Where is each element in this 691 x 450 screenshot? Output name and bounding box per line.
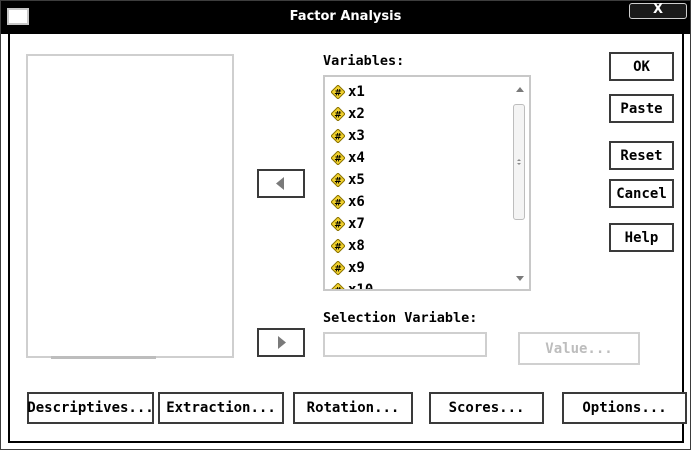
arrow-left-icon: [276, 177, 284, 190]
svg-text:#: #: [334, 89, 342, 99]
variable-item[interactable]: # x3: [331, 125, 365, 147]
numeric-variable-icon: #: [331, 261, 345, 275]
descriptives-button[interactable]: Descriptives...: [27, 392, 154, 424]
move-to-variables-button[interactable]: [257, 169, 305, 198]
window-title: Factor Analysis: [289, 9, 402, 24]
svg-text:#: #: [334, 287, 342, 292]
variable-item[interactable]: # x5: [331, 169, 365, 191]
source-variable-list[interactable]: [26, 54, 234, 358]
paste-button[interactable]: Paste: [609, 94, 674, 123]
numeric-variable-icon: #: [331, 151, 345, 165]
variable-item[interactable]: # x7: [331, 213, 365, 235]
move-to-selection-button[interactable]: [257, 328, 305, 357]
variable-item[interactable]: # x8: [331, 235, 365, 257]
variable-item[interactable]: # x6: [331, 191, 365, 213]
variable-item[interactable]: # x1: [331, 81, 365, 103]
variable-label: x4: [348, 150, 365, 166]
title-bar[interactable]: Factor Analysis X: [1, 1, 690, 34]
selection-variable-label: Selection Variable:: [323, 310, 478, 326]
numeric-variable-icon: #: [331, 195, 345, 209]
svg-text:#: #: [334, 265, 342, 275]
svg-text:#: #: [334, 199, 342, 209]
variable-label: x7: [348, 216, 365, 232]
svg-text:#: #: [334, 155, 342, 165]
extraction-button[interactable]: Extraction...: [158, 392, 284, 424]
numeric-variable-icon: #: [331, 239, 345, 253]
close-button[interactable]: X: [629, 3, 687, 19]
variable-item[interactable]: # x9: [331, 257, 365, 279]
svg-text:#: #: [334, 243, 342, 253]
help-button[interactable]: Help: [609, 223, 674, 252]
scores-button[interactable]: Scores...: [429, 392, 544, 424]
variable-label: x1: [348, 84, 365, 100]
numeric-variable-icon: #: [331, 217, 345, 231]
variable-label: x5: [348, 172, 365, 188]
grip-icon: [517, 159, 521, 165]
scroll-down-icon[interactable]: [511, 269, 529, 289]
numeric-variable-icon: #: [331, 129, 345, 143]
rotation-button[interactable]: Rotation...: [293, 392, 413, 424]
numeric-variable-icon: #: [331, 173, 345, 187]
numeric-variable-icon: #: [331, 107, 345, 121]
scroll-up-icon[interactable]: [511, 79, 529, 99]
variable-item[interactable]: # x10: [331, 279, 374, 292]
svg-text:#: #: [334, 111, 342, 121]
numeric-variable-icon: #: [331, 85, 345, 99]
variable-item[interactable]: # x2: [331, 103, 365, 125]
variables-list[interactable]: # x1 # x2 # x3 # x4 # x5 # x6 # x7 # x8 # x9 # x10: [323, 75, 531, 291]
factor-analysis-dialog: Factor Analysis X Variables: # x1 # x2 # x3 # x…: [0, 0, 691, 450]
selection-variable-field[interactable]: [323, 332, 487, 357]
ok-button[interactable]: OK: [609, 52, 674, 81]
numeric-variable-icon: #: [331, 283, 345, 292]
options-button[interactable]: Options...: [562, 392, 687, 424]
svg-text:#: #: [334, 177, 342, 187]
svg-text:#: #: [334, 221, 342, 231]
variables-scroll-thumb[interactable]: [513, 104, 525, 220]
variable-label: x2: [348, 106, 365, 122]
variable-label: x10: [348, 282, 374, 291]
variable-label: x8: [348, 238, 365, 254]
arrow-right-icon: [278, 336, 286, 349]
variable-label: x6: [348, 194, 365, 210]
variable-label: x3: [348, 128, 365, 144]
reset-button[interactable]: Reset: [609, 141, 674, 170]
source-list-scrollbar[interactable]: [51, 356, 156, 359]
svg-text:#: #: [334, 133, 342, 143]
variable-label: x9: [348, 260, 365, 276]
value-button[interactable]: Value...: [518, 332, 640, 365]
variables-label: Variables:: [323, 53, 405, 69]
cancel-button[interactable]: Cancel: [609, 179, 674, 208]
variable-item[interactable]: # x4: [331, 147, 365, 169]
